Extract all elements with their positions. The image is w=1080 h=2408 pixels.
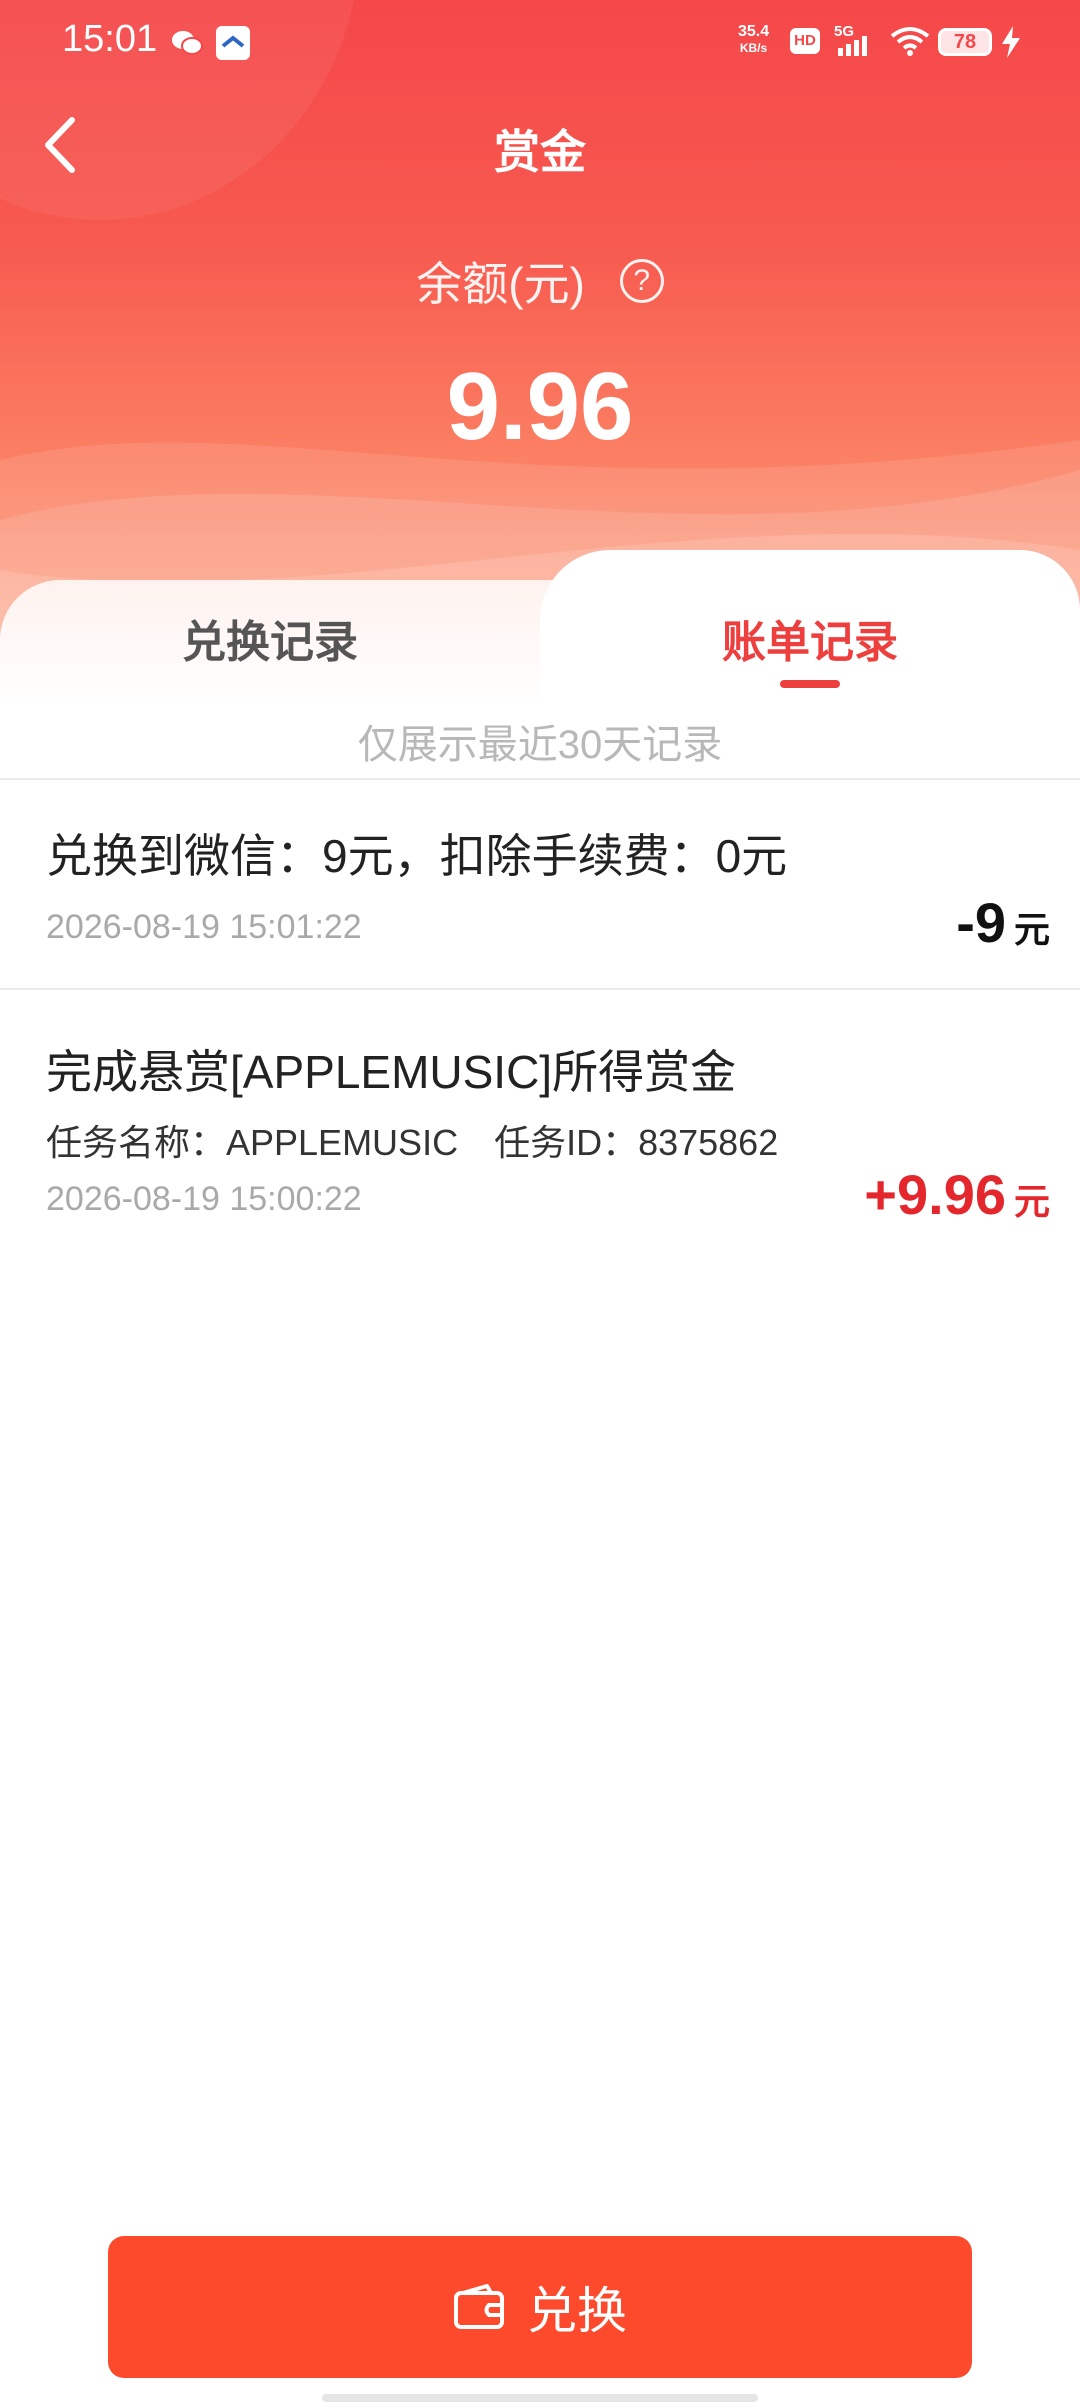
svg-text:5G: 5G: [834, 23, 854, 40]
wechat-icon: [170, 26, 204, 60]
status-time: 15:01: [62, 18, 158, 60]
tab-label: 账单记录: [722, 618, 898, 667]
home-indicator[interactable]: [322, 2394, 758, 2402]
record-title: 兑换到微信：9元，扣除手续费：0元: [46, 830, 788, 882]
wallet-icon: [454, 2284, 504, 2329]
battery-icon: 78: [938, 28, 992, 56]
record-amount: +9.96 元: [864, 1163, 1050, 1226]
wifi-icon: [890, 26, 930, 56]
hd-badge: HD: [790, 28, 820, 54]
record-detail: 任务名称：APPLEMUSIC 任务ID：8375862: [46, 1122, 779, 1163]
records-notice: 仅展示最近30天记录: [357, 723, 723, 767]
list-item[interactable]: 完成悬赏[APPLEMUSIC]所得赏金 任务名称：APPLEMUSIC 任务I…: [0, 990, 1080, 1250]
record-title: 完成悬赏[APPLEMUSIC]所得赏金: [46, 1046, 737, 1098]
active-tab-indicator: [780, 680, 840, 688]
mail-app-icon: [216, 26, 250, 60]
list-item[interactable]: 兑换到微信：9元，扣除手续费：0元 2026-08-19 15:01:22 -9…: [0, 780, 1080, 990]
exchange-button-label: 兑换: [527, 2283, 627, 2339]
tab-exchange-records[interactable]: 兑换记录: [0, 580, 580, 700]
record-time: 2026-08-19 15:01:22: [46, 908, 362, 946]
help-icon[interactable]: ?: [619, 259, 664, 303]
tab-label: 兑换记录: [182, 618, 358, 667]
signal-5g-icon: 5G: [832, 22, 880, 58]
status-bar: 15:01 35.4 KB/s HD 5G 78: [0, 0, 1080, 84]
record-amount: -9 元: [956, 891, 1050, 954]
page-title: 赏金: [494, 126, 586, 178]
exchange-button[interactable]: 兑换: [108, 2236, 972, 2378]
balance-label: 余额(元): [416, 258, 585, 310]
balance-label-row: 余额(元) ?: [0, 248, 1080, 314]
record-time: 2026-08-19 15:00:22: [46, 1180, 362, 1218]
balance-value: 9.96: [446, 353, 634, 460]
record-tabs: 兑换记录 账单记录: [0, 550, 1080, 700]
network-speed: 35.4 KB/s: [738, 23, 770, 56]
charging-icon: [1000, 26, 1022, 58]
tab-bill-records[interactable]: 账单记录: [540, 550, 1080, 700]
